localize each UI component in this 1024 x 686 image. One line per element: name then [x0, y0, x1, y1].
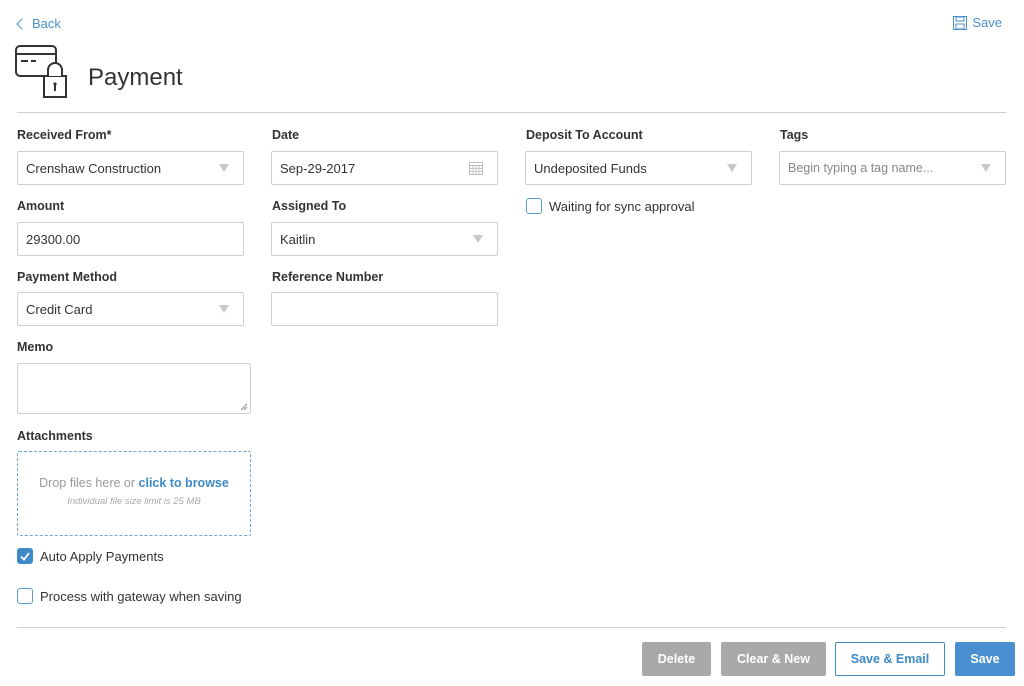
- date-label: Date: [272, 128, 300, 142]
- payment-method-label: Payment Method: [17, 270, 118, 284]
- caret-down-icon: [473, 235, 483, 243]
- back-label: Back: [32, 16, 61, 31]
- assigned-to-select[interactable]: Kaitlin: [271, 222, 498, 256]
- attachments-label: Attachments: [17, 429, 93, 443]
- caret-down-icon: [219, 305, 229, 313]
- assigned-to-value: Kaitlin: [280, 231, 316, 247]
- file-size-limit-text: Individual file size limit is 25 MB: [67, 496, 201, 507]
- amount-label: Amount: [17, 199, 65, 213]
- resize-handle-icon[interactable]: [240, 403, 248, 411]
- amount-value: 29300.00: [26, 231, 81, 247]
- save-icon: [953, 15, 968, 30]
- process-with-gateway-checkbox[interactable]: [17, 588, 33, 604]
- amount-input[interactable]: 29300.00: [17, 222, 244, 256]
- waiting-for-sync-checkbox[interactable]: [526, 198, 542, 214]
- caret-down-icon: [981, 164, 991, 172]
- top-save-button[interactable]: Save: [953, 15, 1002, 30]
- save-button[interactable]: Save: [955, 642, 1015, 676]
- chevron-left-icon: [16, 18, 28, 30]
- page-title: Payment: [88, 64, 183, 91]
- received-from-select[interactable]: Crenshaw Construction: [17, 151, 244, 185]
- date-input[interactable]: Sep-29-2017: [271, 151, 498, 185]
- payment-method-select[interactable]: Credit Card: [17, 292, 244, 326]
- top-save-label: Save: [972, 15, 1002, 30]
- browse-link[interactable]: click to browse: [139, 476, 229, 490]
- process-with-gateway-row[interactable]: Process with gateway when saving: [17, 588, 242, 604]
- assigned-to-label: Assigned To: [272, 199, 347, 213]
- clear-new-button[interactable]: Clear & New: [721, 642, 826, 676]
- tags-placeholder: Begin typing a tag name...: [788, 161, 934, 175]
- payment-method-value: Credit Card: [26, 301, 93, 317]
- header-divider: [17, 112, 1006, 113]
- waiting-for-sync-label: Waiting for sync approval: [549, 198, 695, 214]
- save-email-button[interactable]: Save & Email: [835, 642, 945, 676]
- checkmark-icon: [20, 551, 30, 561]
- reference-number-label: Reference Number: [272, 270, 384, 284]
- deposit-to-account-label: Deposit To Account: [526, 128, 643, 142]
- back-link[interactable]: Back: [16, 16, 61, 31]
- deposit-to-account-select[interactable]: Undeposited Funds: [525, 151, 752, 185]
- dropzone-text: Drop files here or click to browse: [18, 476, 250, 490]
- footer-divider: [17, 627, 1006, 628]
- date-value: Sep-29-2017: [280, 160, 356, 176]
- memo-label: Memo: [17, 340, 54, 354]
- auto-apply-payments-row[interactable]: Auto Apply Payments: [17, 548, 164, 564]
- received-from-label: Received From*: [17, 128, 112, 142]
- auto-apply-payments-label: Auto Apply Payments: [40, 548, 164, 564]
- caret-down-icon: [727, 164, 737, 172]
- page-header: Payment: [14, 40, 183, 102]
- waiting-for-sync-row[interactable]: Waiting for sync approval: [526, 198, 694, 214]
- delete-button[interactable]: Delete: [642, 642, 711, 676]
- tags-input[interactable]: Begin typing a tag name...: [779, 151, 1006, 185]
- received-from-value: Crenshaw Construction: [26, 160, 162, 176]
- reference-number-input[interactable]: [271, 292, 498, 326]
- auto-apply-payments-checkbox[interactable]: [17, 548, 33, 564]
- process-with-gateway-label: Process with gateway when saving: [40, 588, 242, 604]
- memo-textarea[interactable]: [17, 363, 251, 414]
- tags-label: Tags: [780, 128, 809, 142]
- attachments-dropzone[interactable]: Drop files here or click to browse Indiv…: [17, 451, 251, 536]
- credit-card-lock-icon: [15, 45, 67, 98]
- calendar-icon[interactable]: [469, 161, 483, 175]
- drop-files-text: Drop files here or: [39, 476, 136, 490]
- deposit-to-account-value: Undeposited Funds: [534, 160, 647, 176]
- top-bar: Back Save: [0, 0, 1024, 40]
- caret-down-icon: [219, 164, 229, 172]
